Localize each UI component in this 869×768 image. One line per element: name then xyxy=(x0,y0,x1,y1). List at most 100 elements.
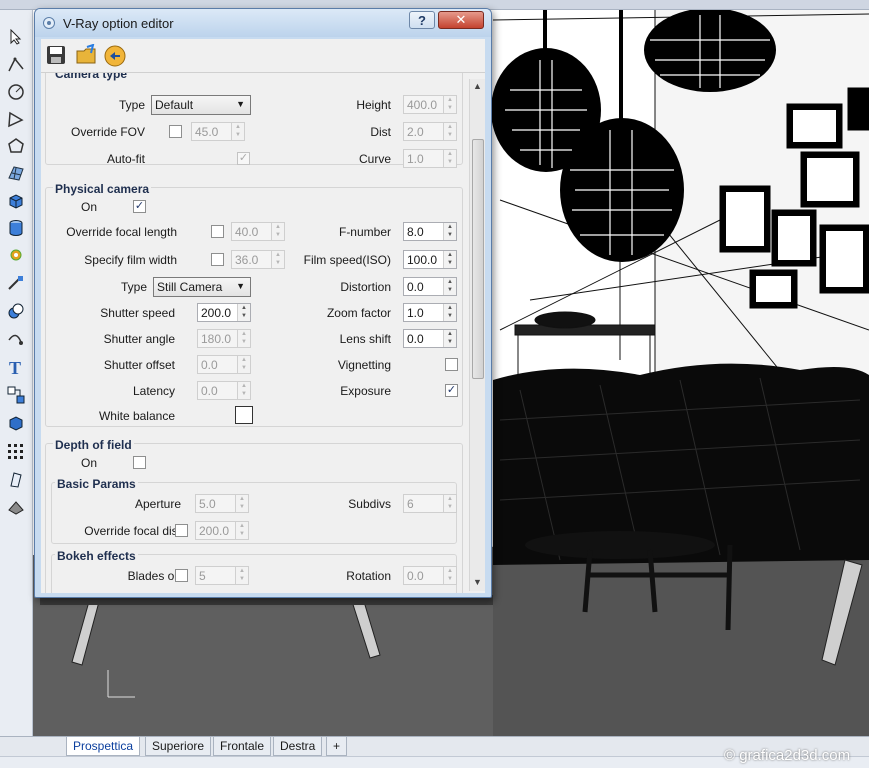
exposure-label: Exposure xyxy=(340,384,391,398)
boolean-icon[interactable] xyxy=(4,300,28,322)
filmspeed-spinner[interactable]: 100.0 ▲ ▼ xyxy=(403,250,457,269)
autofit-checkbox[interactable]: ✓ xyxy=(237,152,250,165)
spinner-arrows-icon[interactable]: ▲ ▼ xyxy=(237,356,250,373)
height-label: Height xyxy=(356,98,391,112)
dist-value: 2.0 xyxy=(407,125,424,139)
lens-shift-spinner[interactable]: 0.0 ▲ ▼ xyxy=(403,329,457,348)
text-tool-icon[interactable]: T xyxy=(4,356,28,378)
aperture-value: 5.0 xyxy=(199,497,216,511)
left-toolbar: T xyxy=(0,10,33,745)
height-spinner[interactable]: 400.0 ▲ ▼ xyxy=(403,95,457,114)
dialog-toolbar xyxy=(41,39,485,73)
help-button[interactable]: ? xyxy=(409,11,435,29)
blades-spinner[interactable]: 5 ▲ ▼ xyxy=(195,566,249,585)
aperture-spinner[interactable]: 5.0 ▲ ▼ xyxy=(195,494,249,513)
fnumber-label: F-number xyxy=(338,225,391,239)
curve-value: 1.0 xyxy=(407,152,424,166)
chevron-down-icon: ▼ xyxy=(236,99,245,109)
surface-grid-icon[interactable] xyxy=(4,162,28,184)
white-balance-swatch[interactable] xyxy=(235,406,253,424)
spinner-arrows-icon[interactable]: ▲ ▼ xyxy=(235,495,248,512)
camera-kind-dropdown[interactable]: Still Camera ▼ xyxy=(153,277,251,297)
spinner-arrows-icon[interactable]: ▲ ▼ xyxy=(443,123,456,140)
spinner-arrows-icon[interactable]: ▲ ▼ xyxy=(443,150,456,167)
arc-icon[interactable] xyxy=(4,108,28,130)
cylinder-icon[interactable] xyxy=(4,217,28,239)
zoom-spinner[interactable]: 1.0 ▲ ▼ xyxy=(403,303,457,322)
cube-view-icon[interactable] xyxy=(4,412,28,434)
spinner-arrows-icon[interactable]: ▲ ▼ xyxy=(443,495,456,512)
subdivs-spinner[interactable]: 6 ▲ ▼ xyxy=(403,494,457,513)
circle-icon[interactable] xyxy=(4,81,28,103)
spinner-arrows-icon[interactable]: ▲ ▼ xyxy=(237,330,250,347)
spinner-arrows-icon[interactable]: ▲ ▼ xyxy=(443,278,456,295)
latency-spinner[interactable]: 0.0 ▲ ▼ xyxy=(197,381,251,400)
shutter-speed-spinner[interactable]: 200.0 ▲ ▼ xyxy=(197,303,251,322)
save-icon[interactable] xyxy=(45,44,69,68)
scroll-up-icon[interactable]: ▲ xyxy=(473,81,482,91)
options-panel: Camera type Type Default ▼ Height 400.0 ▲ ▼… xyxy=(41,73,485,593)
scroll-down-icon[interactable]: ▼ xyxy=(473,577,482,587)
specify-film-checkbox[interactable] xyxy=(211,253,224,266)
gear-tools-icon[interactable] xyxy=(4,244,28,266)
defaults-icon[interactable] xyxy=(103,44,127,68)
spinner-arrows-icon[interactable]: ▲ ▼ xyxy=(235,567,248,584)
fov-spinner[interactable]: 45.0 ▲ ▼ xyxy=(191,122,245,141)
camera-kind-value: Still Camera xyxy=(157,280,223,294)
shutter-angle-spinner[interactable]: 180.0 ▲ ▼ xyxy=(197,329,251,348)
override-fov-checkbox[interactable] xyxy=(169,125,182,138)
spinner-arrows-icon[interactable]: ▲ ▼ xyxy=(237,304,250,321)
camera-type-dropdown[interactable]: Default ▼ xyxy=(151,95,251,115)
rotation-spinner[interactable]: 0.0 ▲ ▼ xyxy=(403,566,457,585)
array-dots-icon[interactable] xyxy=(4,440,28,462)
open-folder-icon[interactable] xyxy=(75,43,99,68)
spinner-arrows-icon[interactable]: ▲ ▼ xyxy=(443,251,456,268)
physical-camera-title: Physical camera xyxy=(53,182,152,196)
tab-prospettica[interactable]: Prospettica xyxy=(66,737,141,756)
distortion-spinner[interactable]: 0.0 ▲ ▼ xyxy=(403,277,457,296)
spinner-arrows-icon[interactable]: ▲ ▼ xyxy=(237,382,250,399)
add-tab-button[interactable]: + xyxy=(326,737,348,756)
shutter-offset-spinner[interactable]: 0.0 ▲ ▼ xyxy=(197,355,251,374)
dof-on-checkbox[interactable] xyxy=(133,456,146,469)
spinner-arrows-icon[interactable]: ▲ ▼ xyxy=(235,522,248,539)
physical-on-checkbox[interactable]: ✓ xyxy=(133,200,146,213)
focal-dist-value: 200.0 xyxy=(199,524,230,538)
spinner-arrows-icon[interactable]: ▲ ▼ xyxy=(443,330,456,347)
override-focal-checkbox[interactable] xyxy=(211,225,224,238)
spinner-arrows-icon[interactable]: ▲ ▼ xyxy=(443,567,456,584)
spinner-arrows-icon[interactable]: ▲ ▼ xyxy=(231,123,244,140)
distortion-value: 0.0 xyxy=(407,280,424,294)
tab-destra[interactable]: Destra xyxy=(273,737,323,756)
render-mesh-icon[interactable] xyxy=(4,496,28,518)
extrude-icon[interactable] xyxy=(4,468,28,490)
exposure-checkbox[interactable]: ✓ xyxy=(445,384,458,397)
filmspeed-label: Film speed(ISO) xyxy=(303,253,391,267)
height-value: 400.0 xyxy=(407,98,438,112)
curve-spinner[interactable]: 1.0 ▲ ▼ xyxy=(403,149,457,168)
dialog-titlebar[interactable]: V-Ray option editor ? ✕ xyxy=(35,9,491,37)
focal-dist-spinner[interactable]: 200.0 ▲ ▼ xyxy=(195,521,249,540)
spinner-arrows-icon[interactable]: ▲ ▼ xyxy=(443,96,456,113)
curve-point-icon[interactable] xyxy=(4,328,28,350)
fnumber-spinner[interactable]: 8.0 ▲ ▼ xyxy=(403,222,457,241)
vray-option-editor-dialog: V-Ray option editor ? ✕ Camera type Type… xyxy=(34,8,492,598)
close-button[interactable]: ✕ xyxy=(438,11,484,29)
polyline-icon[interactable] xyxy=(4,54,28,76)
transform-icon[interactable] xyxy=(4,272,28,294)
override-focal-dist-checkbox[interactable] xyxy=(175,524,188,537)
spinner-arrows-icon[interactable]: ▲ ▼ xyxy=(443,304,456,321)
box-solid-icon[interactable] xyxy=(4,190,28,212)
select-arrow-icon[interactable] xyxy=(4,26,28,48)
options-scrollbar[interactable]: ▲ ▼ xyxy=(469,79,485,591)
blades-checkbox[interactable] xyxy=(175,569,188,582)
scroll-thumb[interactable] xyxy=(472,139,484,379)
vignetting-checkbox[interactable] xyxy=(445,358,458,371)
spinner-arrows-icon[interactable]: ▲ ▼ xyxy=(443,223,456,240)
grid-layout-icon[interactable] xyxy=(4,384,28,406)
white-balance-label: White balance xyxy=(98,409,175,423)
tab-frontale[interactable]: Frontale xyxy=(213,737,272,756)
polygon-icon[interactable] xyxy=(4,135,28,157)
dist-spinner[interactable]: 2.0 ▲ ▼ xyxy=(403,122,457,141)
tab-superiore[interactable]: Superiore xyxy=(145,737,212,756)
